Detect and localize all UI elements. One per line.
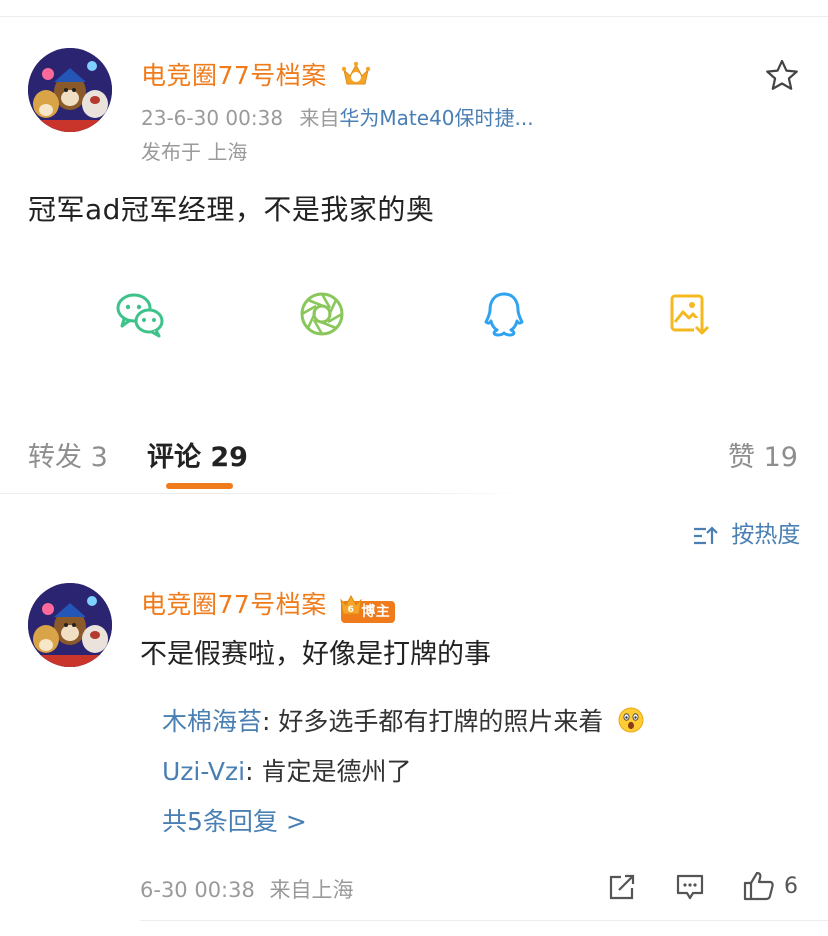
star-outline-icon[interactable]	[764, 58, 800, 94]
reply-author[interactable]: 木棉海苔	[162, 707, 262, 736]
more-replies-link[interactable]: 共5条回复 >	[162, 802, 307, 838]
post-meta: 23-6-30 00:38 来自华为Mate40保时捷...	[141, 102, 534, 131]
qq-icon[interactable]	[478, 288, 530, 340]
comment-text: 不是假赛啦，好像是打牌的事	[140, 639, 491, 670]
commenter-name-row: 电竞圈77号档案 6 博主	[141, 585, 396, 623]
thumbs-up-icon[interactable]	[742, 869, 774, 901]
comment-bubble-icon[interactable]	[674, 871, 706, 903]
blogger-badge: 6 博主	[340, 593, 396, 623]
author-name[interactable]: 电竞圈77号档案	[141, 61, 327, 90]
tab-likes[interactable]: 赞 19	[728, 435, 798, 474]
like-count: 6	[784, 874, 798, 899]
save-image-icon[interactable]	[664, 288, 716, 340]
post-text: 冠军ad冠军经理，不是我家的奥	[28, 193, 435, 226]
author-name-row: 电竞圈77号档案	[141, 56, 371, 94]
commenter-name[interactable]: 电竞圈77号档案	[141, 590, 327, 619]
tab-repost[interactable]: 转发 3	[28, 435, 108, 474]
reply-author[interactable]: Uzi-Vzi	[162, 757, 245, 786]
replies-box: 木棉海苔: 好多选手都有打牌的照片来着 Uzi-Vzi: 肯定是德州了 共5条回…	[140, 686, 820, 852]
comment-time: 6-30 00:38	[140, 878, 255, 902]
active-tab-indicator	[166, 483, 233, 489]
comment-source: 来自上海	[269, 878, 354, 902]
post-location: 发布于 上海	[141, 140, 248, 164]
reply-text: : 肯定是德州了	[245, 757, 412, 786]
surprised-emoji-icon	[617, 706, 645, 740]
sort-icon	[692, 522, 731, 548]
vip-crown-icon: 6	[339, 592, 363, 624]
comment-meta: 6-30 00:38 来自上海	[140, 874, 354, 904]
share-forward-icon[interactable]	[606, 871, 638, 903]
tab-comments[interactable]: 评论 29	[147, 435, 248, 474]
tabs-divider	[0, 493, 520, 494]
reply-item[interactable]: Uzi-Vzi: 肯定是德州了	[162, 752, 411, 788]
moments-icon[interactable]	[296, 288, 348, 340]
sort-label: 按热度	[731, 522, 801, 548]
sort-button[interactable]: 按热度	[692, 515, 800, 549]
vip-crown-icon	[341, 60, 371, 94]
wechat-icon[interactable]	[114, 288, 166, 340]
reply-text: : 好多选手都有打牌的照片来着	[262, 707, 604, 736]
source-prefix: 来自	[299, 106, 340, 130]
badge-level: 6	[348, 605, 355, 615]
bottom-divider	[140, 920, 828, 921]
post-time: 23-6-30 00:38	[141, 106, 284, 130]
post-source[interactable]: 华为Mate40保时捷...	[339, 106, 533, 130]
reply-item[interactable]: 木棉海苔: 好多选手都有打牌的照片来着	[162, 702, 645, 740]
top-divider	[0, 16, 828, 17]
author-avatar[interactable]	[28, 48, 112, 132]
commenter-avatar[interactable]	[28, 583, 112, 667]
